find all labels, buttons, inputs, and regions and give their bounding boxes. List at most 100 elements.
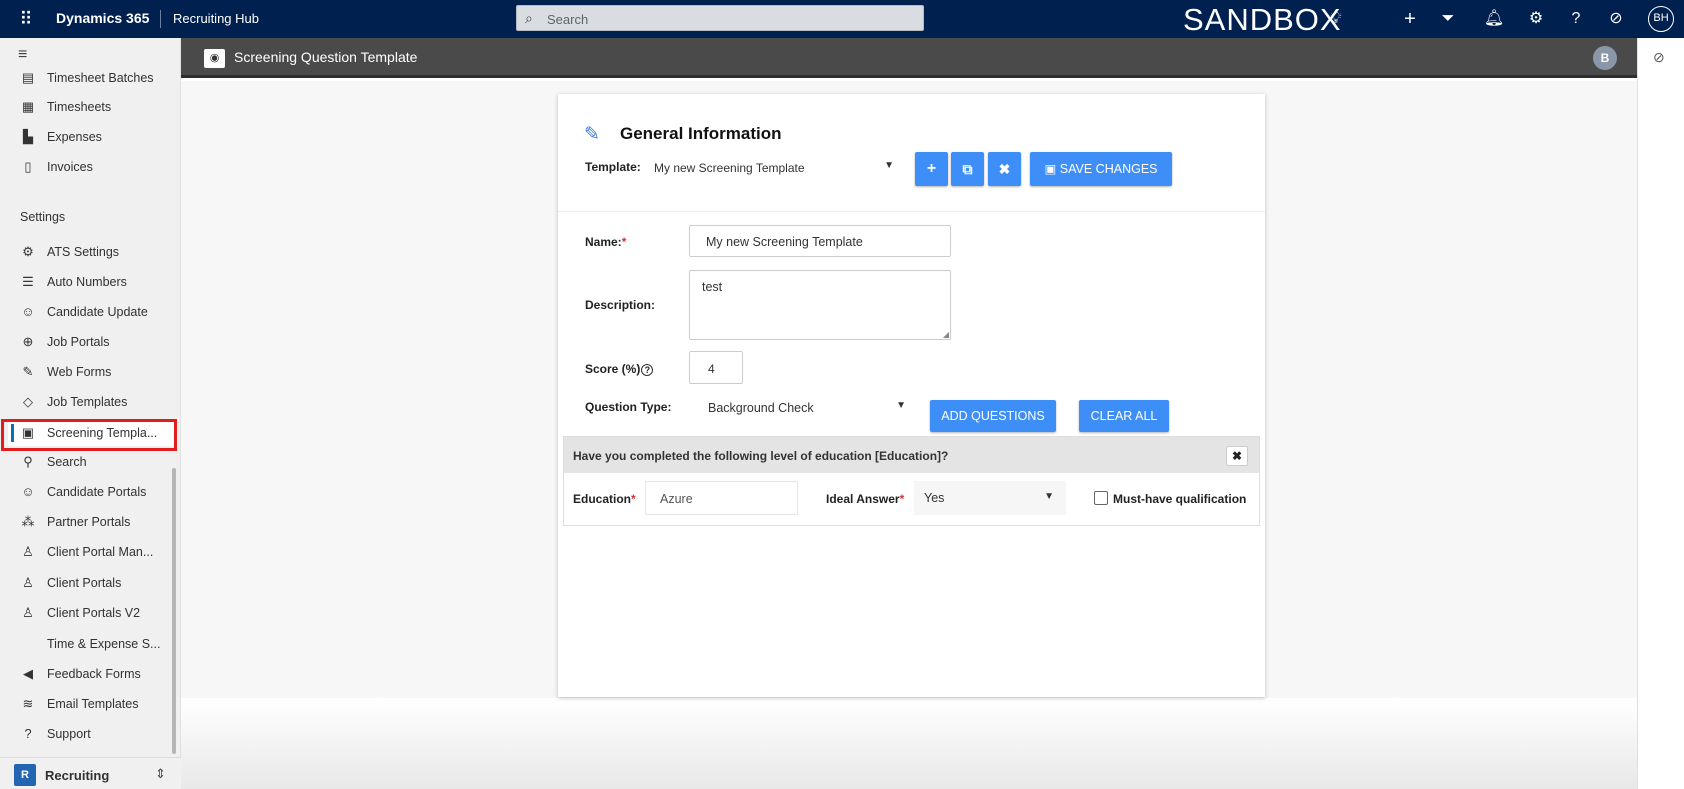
save-icon: ▣ [1044,162,1060,176]
person-key-icon: ♙ [22,605,34,620]
must-have-checkbox[interactable] [1094,491,1108,505]
ideal-answer-value: Yes [924,491,945,505]
sidebar-item-client-portals[interactable]: ♙ Client Portals [8,570,174,596]
sidebar-item-label: Web Forms [47,365,112,379]
sidebar-item-label: Feedback Forms [47,667,141,681]
environment-label: SANDBOX [1183,2,1342,37]
sidebar-item-job-portals[interactable]: ⊕ Job Portals [8,329,174,355]
area-switcher[interactable]: R Recruiting ⇕ [0,757,181,789]
page-icon: ◉ [204,49,225,68]
expense-icon: ▙ [23,129,33,144]
sidebar-item-client-portal-management[interactable]: ♙ Client Portal Man... [8,539,174,565]
bell-icon[interactable]: 🔔︎ [1483,8,1505,30]
score-label: Score (%)? [585,362,654,376]
ideal-answer-select[interactable]: Yes ▼ [914,481,1066,515]
sidebar-item-label: Auto Numbers [47,275,127,289]
user-avatar[interactable]: BH [1648,6,1674,32]
people-icon: ☺ [21,484,35,499]
megaphone-icon: ◀ [23,666,33,681]
question-type-select[interactable]: Background Check ▼ [698,392,916,422]
hamburger-menu-icon[interactable]: ≡ [18,46,27,64]
remove-question-button[interactable]: ✖ [1226,446,1248,466]
gear-icon[interactable]: ⚙ [1525,8,1547,30]
delete-template-button[interactable]: ✖ [988,152,1021,186]
sidebar-section-settings: Settings [20,210,66,224]
sidebar-item-candidate-update[interactable]: ☺ Candidate Update [8,299,174,325]
section-title: General Information [620,124,782,143]
score-value: 4 [708,362,715,376]
sidebar-item-label: Support [47,727,91,741]
sidebar-item-job-templates[interactable]: ◇ Job Templates [8,389,174,415]
help-icon[interactable]: ? [641,363,654,376]
clear-all-button[interactable]: CLEAR ALL [1079,400,1169,432]
copilot-icon[interactable]: ⊘ [1653,49,1665,66]
sidebar-item-email-templates[interactable]: ≋ Email Templates [8,691,174,717]
lightbulb-icon[interactable]: 💡︎ [1325,8,1347,30]
sidebar-item-search[interactable]: ⚲ Search [8,449,174,475]
app-launcher-icon[interactable]: ⠿ [16,9,36,29]
card-header: ✎ General Information Template: My new S… [558,94,1265,212]
add-questions-button[interactable]: ADD QUESTIONS [930,400,1056,432]
avatar[interactable]: B [1593,46,1617,70]
add-template-button[interactable]: + [915,152,948,186]
sidebar-item-label: Time & Expense S... [47,637,161,651]
app-name[interactable]: Dynamics 365 [56,10,149,26]
sidebar-item-ats-settings[interactable]: ⚙ ATS Settings [8,239,174,265]
global-search-input[interactable]: ⌕ Search [516,5,924,31]
invoice-icon: ▯ [24,159,32,174]
page-title: Screening Question Template [234,49,418,65]
search-placeholder: Search [547,12,589,27]
right-rail: ⊘ [1637,38,1684,789]
name-field[interactable]: My new Screening Template [689,225,951,257]
education-field[interactable]: Azure [645,481,798,515]
education-value: Azure [660,492,693,506]
globe-icon: ⊕ [22,334,34,349]
area-label: Recruiting [45,768,110,783]
help-icon[interactable]: ? [1565,8,1587,30]
copilot-icon[interactable]: ⊘ [1605,8,1627,30]
divider [160,10,161,28]
sidebar-item-expenses[interactable]: ▙ Expenses [8,124,174,150]
page-header: ◉ Screening Question Template B [181,38,1637,78]
sidebar-item-timesheet-batches[interactable]: ▤ Timesheet Batches [8,65,174,91]
save-changes-button[interactable]: ▣ SAVE CHANGES [1030,152,1172,186]
description-field[interactable]: test ◢ [689,270,951,340]
content-footer [181,698,1637,789]
sidebar-item-partner-portals[interactable]: ⁂ Partner Portals [8,509,174,535]
area-badge: R [14,764,36,786]
template-label: Template: [585,160,641,174]
batch-icon: ▤ [21,70,35,85]
template-select[interactable]: My new Screening Template ▼ [646,152,904,182]
sidebar-item-web-forms[interactable]: ✎ Web Forms [8,359,174,385]
caret-down-icon: ▼ [896,400,906,411]
numbered-list-icon: ☰ [22,274,34,289]
sidebar-item-support[interactable]: ? Support [8,721,174,747]
sidebar-item-feedback-forms[interactable]: ◀ Feedback Forms [8,661,174,687]
sitemap-sidebar: ≡ ▤ Timesheet Batches ▦ Timesheets ▙ Exp… [0,38,181,789]
sidebar-item-label: Candidate Update [47,305,148,319]
sidebar-item-client-portals-v2[interactable]: ♙ Client Portals V2 [8,600,174,626]
search-icon: ⌕ [525,10,533,26]
sidebar-item-timesheets[interactable]: ▦ Timesheets [8,94,174,120]
people-icon: ☺ [21,304,35,319]
sidebar-item-label: Job Portals [47,335,110,349]
hub-name[interactable]: Recruiting Hub [173,11,259,26]
sidebar-item-candidate-portals[interactable]: ☺ Candidate Portals [8,479,174,505]
layers-icon: ≋ [22,696,34,711]
sidebar-item-time-expense-settings[interactable]: Time & Expense S... [8,631,174,657]
filter-icon[interactable]: ⏷ [1437,8,1459,30]
gear-icon: ⚙ [22,244,34,259]
sidebar-scrollbar[interactable] [172,468,176,754]
score-field[interactable]: 4 [689,351,743,384]
sidebar-item-auto-numbers[interactable]: ☰ Auto Numbers [8,269,174,295]
resize-handle-icon[interactable]: ◢ [943,330,949,339]
copy-template-button[interactable]: ⧉ [951,152,984,186]
group-icon: ⁂ [21,514,35,529]
question-panel: Have you completed the following level o… [563,436,1260,526]
sidebar-item-invoices[interactable]: ▯ Invoices [8,154,174,180]
description-label: Description: [585,298,656,312]
top-bar: ⠿ Dynamics 365 Recruiting Hub ⌕ Search S… [0,0,1684,38]
save-label: SAVE CHANGES [1059,162,1158,176]
plus-icon[interactable]: + [1399,8,1421,30]
people-settings-icon: ♙ [22,544,34,559]
